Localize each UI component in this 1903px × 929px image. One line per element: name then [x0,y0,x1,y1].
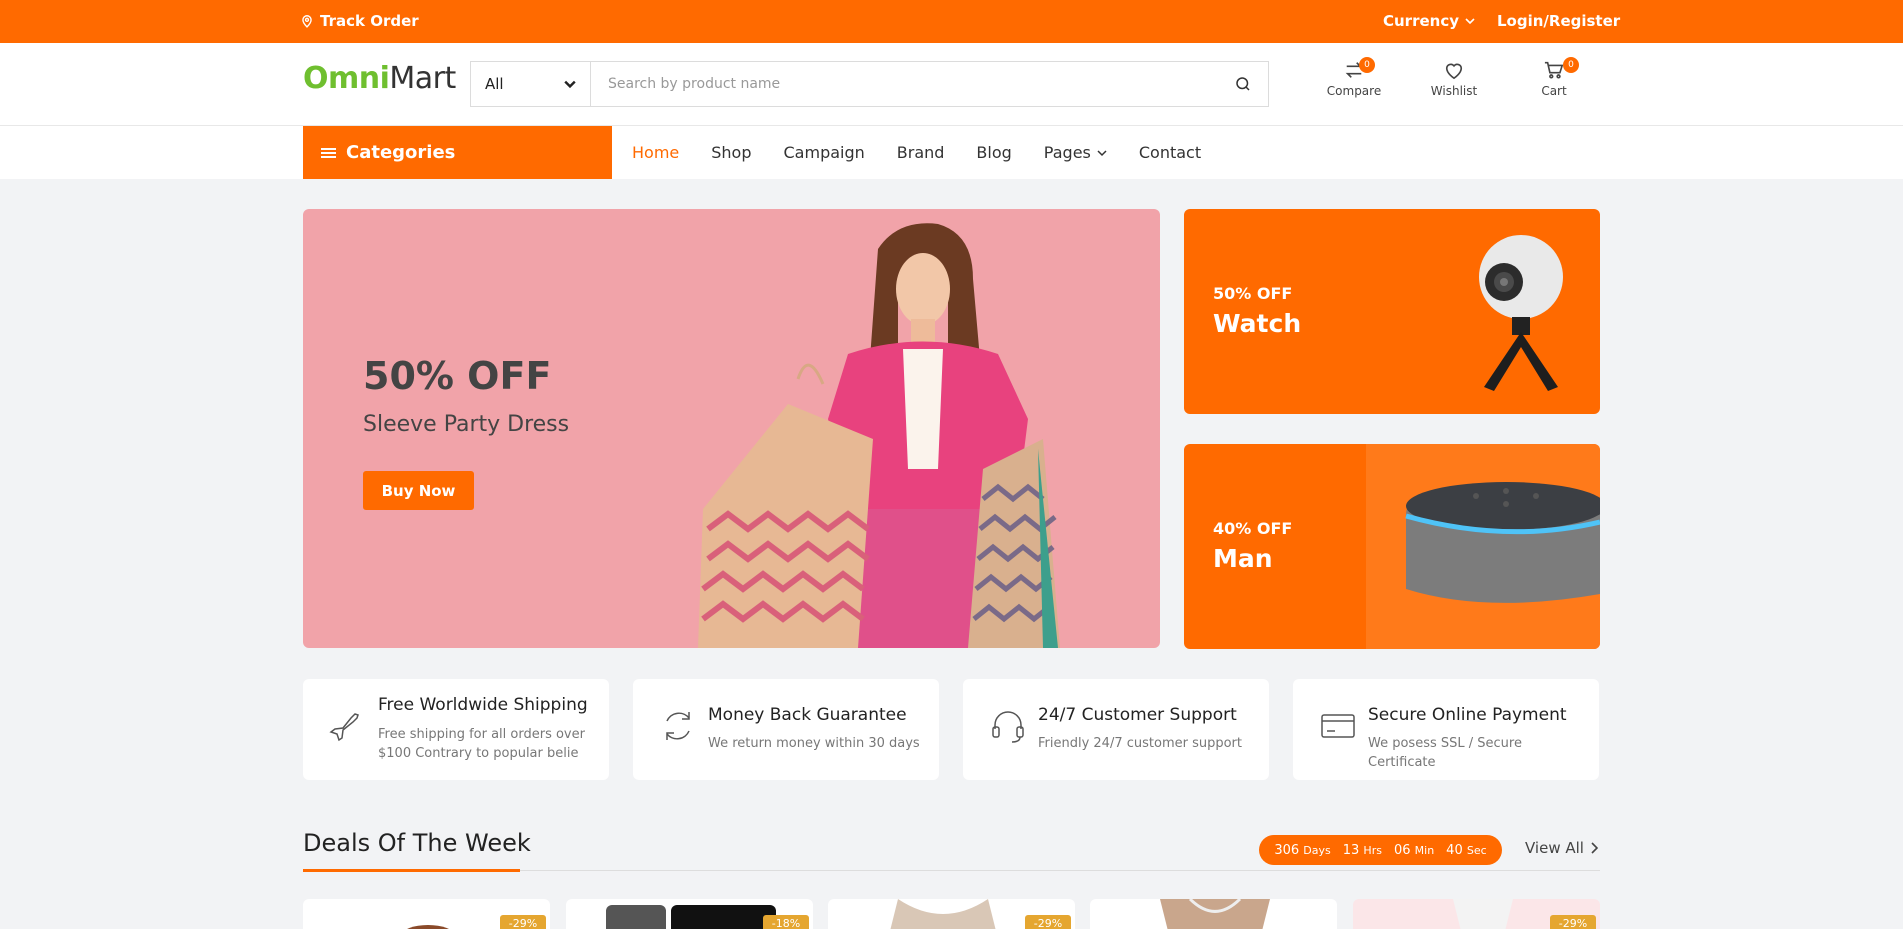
deal-countdown-timer: 306 Days 13 Hrs 06 Min 40 Sec [1259,835,1502,865]
feature-money-back: Money Back Guarantee We return money wit… [633,679,939,780]
logo-text-omni: Omni [303,61,390,96]
promo-man-discount: 40% OFF [1213,519,1293,538]
view-all-link[interactable]: View All [1525,839,1598,857]
nav-item-shop[interactable]: Shop [711,143,751,162]
nav-links: Home Shop Campaign Brand Blog Pages Cont… [632,126,1201,179]
nav-item-home[interactable]: Home [632,143,679,162]
search-category-select[interactable]: All [471,62,591,106]
promo-watch-discount: 50% OFF [1213,284,1293,303]
timer-days: 306 Days [1274,842,1331,858]
search-placeholder: Search by product name [608,76,781,92]
cart-label: Cart [1541,84,1567,98]
promo-man-title: Man [1213,544,1273,573]
feature-description: We posess SSL / Secure Certificate [1368,736,1522,770]
discount-badge: -29% [1025,915,1071,929]
product-thumbnail [606,905,776,929]
credit-card-icon [1321,714,1355,738]
promo-card-watch[interactable]: 50% OFF Watch [1184,209,1600,414]
heart-icon [1445,63,1463,80]
track-order-label: Track Order [320,12,419,30]
logo[interactable]: OmniMart [303,61,456,96]
deals-section-title: Deals Of The Week [303,829,531,857]
nav-item-pages[interactable]: Pages [1044,143,1107,162]
compare-button[interactable]: 0 Compare [1319,57,1389,98]
nav-item-brand[interactable]: Brand [897,143,945,162]
deal-product-card[interactable] [1090,899,1337,929]
product-thumbnail [407,925,449,929]
search-bar: All Search by product name [470,61,1269,107]
headset-icon [992,711,1024,743]
logo-text-mart: Mart [389,61,456,96]
product-thumbnail [1160,899,1270,929]
deal-product-card[interactable]: -29% [828,899,1075,929]
timer-minutes: 06 Min [1393,842,1435,858]
compare-label: Compare [1326,84,1382,98]
feature-title: Free Worldwide Shipping [378,695,588,715]
wishlist-button[interactable]: Wishlist [1419,60,1489,98]
feature-description: Free shipping for all orders over $100 C… [378,727,585,761]
airplane-icon [329,713,359,742]
discount-badge: -18% [763,915,809,929]
hero-headline: 50% OFF [363,354,552,398]
cart-button[interactable]: 0 Cart [1519,57,1589,98]
nav-item-blog[interactable]: Blog [976,143,1011,162]
promo-watch-title: Watch [1213,309,1302,338]
feature-support: 24/7 Customer Support Friendly 24/7 cust… [963,679,1269,780]
chevron-down-icon [1465,18,1475,25]
hero-banner[interactable]: 50% OFF Sleeve Party Dress Buy Now [303,209,1160,648]
search-category-value: All [485,75,504,93]
login-register-link[interactable]: Login/Register [1497,12,1620,30]
categories-label: Categories [346,142,456,163]
deal-product-card[interactable]: -29% [1353,899,1600,929]
cart-count-badge: 0 [1563,57,1579,73]
chevron-down-icon [1097,149,1107,156]
feature-title: Secure Online Payment [1368,705,1567,725]
currency-label: Currency [1383,12,1460,30]
feature-title: 24/7 Customer Support [1038,705,1237,725]
deal-product-card[interactable]: -29% [303,899,550,929]
menu-lines-icon [321,147,336,158]
feature-description: Friendly 24/7 customer support [1038,736,1243,751]
main-nav: Categories Home Shop Campaign Brand Blog… [0,126,1903,179]
product-thumbnail [890,899,996,929]
nav-item-campaign[interactable]: Campaign [784,143,865,162]
search-button[interactable] [1218,62,1268,106]
discount-badge: -29% [1550,915,1596,929]
feature-title: Money Back Guarantee [708,705,907,725]
view-all-label: View All [1525,839,1584,857]
discount-badge: -29% [500,915,546,929]
feature-shipping: Free Worldwide Shipping Free shipping fo… [303,679,609,780]
location-pin-icon [302,15,312,28]
currency-dropdown[interactable]: Currency [1383,12,1475,30]
search-input[interactable]: Search by product name [591,62,1218,106]
header: OmniMart All Search by product name 0 Co… [0,43,1903,126]
cart-icon [1544,61,1564,79]
timer-hours: 13 Hrs [1342,842,1382,858]
product-thumbnail [1453,899,1513,929]
wishlist-label: Wishlist [1430,84,1478,98]
promo-card-man[interactable]: 40% OFF Man [1184,444,1600,649]
categories-button[interactable]: Categories [303,126,612,179]
chevron-down-icon [564,80,576,89]
section-title-underline [303,869,520,872]
compare-count-badge: 0 [1359,57,1375,73]
nav-item-pages-label: Pages [1043,143,1091,162]
nav-item-contact[interactable]: Contact [1139,143,1201,162]
timer-seconds: 40 Sec [1446,842,1487,858]
buy-now-button[interactable]: Buy Now [363,471,474,510]
feature-description: We return money within 30 days [708,736,920,751]
search-icon [1236,77,1250,91]
hero-model-image [698,223,1060,648]
top-bar: Track Order Currency Login/Register [0,0,1903,43]
feature-secure-payment: Secure Online Payment We posess SSL / Se… [1293,679,1599,780]
track-order-link[interactable]: Track Order [300,12,419,30]
chevron-right-icon [1591,842,1598,854]
refresh-icon [666,712,690,740]
smart-speaker-image [1366,444,1600,649]
camera-product-image [1479,235,1563,391]
deal-product-card[interactable]: -18% [566,899,813,929]
hero-subtitle: Sleeve Party Dress [363,412,570,437]
